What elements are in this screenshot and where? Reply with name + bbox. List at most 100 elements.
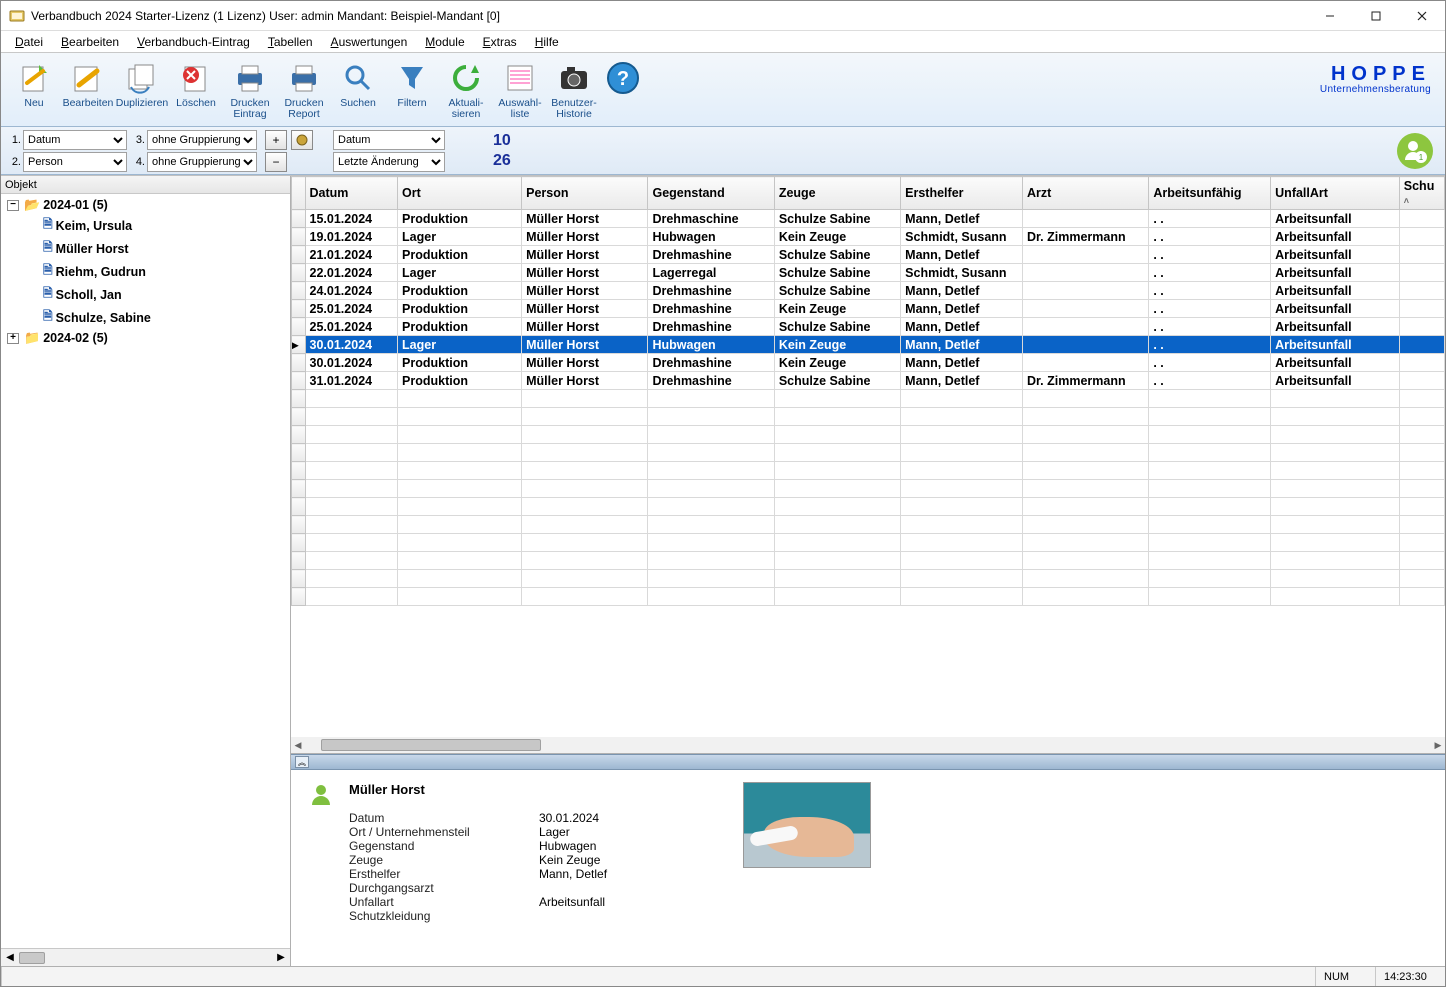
table-row[interactable]: 25.01.2024ProduktionMüller HorstDrehmash… <box>292 300 1445 318</box>
menu-bearbeiten[interactable]: Bearbeiten <box>53 33 127 51</box>
duplicate-icon <box>124 60 160 96</box>
twisty-minus-icon[interactable]: − <box>7 200 19 211</box>
document-icon: 🗎 <box>43 284 53 305</box>
detail-row: ErsthelferMann, Detlef <box>349 867 607 881</box>
menu-hilfe[interactable]: Hilfe <box>527 33 567 51</box>
group3-select[interactable]: ohne Gruppierung <box>147 130 257 150</box>
menu-datei[interactable]: Datei <box>7 33 51 51</box>
detail-value: Arbeitsunfall <box>539 895 605 909</box>
tree-leaf[interactable]: 🗎Riehm, Gudrun <box>3 260 288 283</box>
search-icon <box>340 60 376 96</box>
detail-key: Schutzkleidung <box>349 909 539 923</box>
table-row[interactable]: ▸30.01.2024LagerMüller HorstHubwagenKein… <box>292 336 1445 354</box>
tree-node-2024-01[interactable]: − 📂 2024-01 (5) <box>3 196 288 214</box>
table-row[interactable]: 24.01.2024ProduktionMüller HorstDrehmash… <box>292 282 1445 300</box>
menu-tabellen[interactable]: Tabellen <box>260 33 321 51</box>
tree-leaf[interactable]: 🗎Müller Horst <box>3 237 288 260</box>
document-icon: 🗎 <box>43 261 53 282</box>
app-icon <box>9 8 25 24</box>
table-row[interactable]: 21.01.2024ProduktionMüller HorstDrehmash… <box>292 246 1445 264</box>
table-row[interactable]: 25.01.2024ProduktionMüller HorstDrehmash… <box>292 318 1445 336</box>
sort2-select[interactable]: Letzte Änderung <box>333 152 445 172</box>
sort1-select[interactable]: Datum <box>333 130 445 150</box>
svg-text:?: ? <box>617 68 629 90</box>
table-row-empty <box>292 480 1445 498</box>
tree-pane: Objekt − 📂 2024-01 (5) 🗎Keim, Ursula🗎Mül… <box>1 176 291 966</box>
table-row[interactable]: 30.01.2024ProduktionMüller HorstDrehmash… <box>292 354 1445 372</box>
suchen-button[interactable]: Suchen <box>331 57 385 125</box>
tree[interactable]: − 📂 2024-01 (5) 🗎Keim, Ursula🗎Müller Hor… <box>1 194 290 948</box>
maximize-button[interactable] <box>1353 1 1399 31</box>
group2-label: 2. <box>7 156 21 168</box>
column-header[interactable]: Person <box>522 177 648 210</box>
detail-row: Datum30.01.2024 <box>349 811 607 825</box>
expand-all-button[interactable]: + <box>265 130 287 150</box>
table-row-empty <box>292 516 1445 534</box>
groupbar: 1.Datum 2.Person 3.ohne Gruppierung 4.oh… <box>1 127 1445 175</box>
table-row-empty <box>292 552 1445 570</box>
tree-leaf[interactable]: 🗎Schulze, Sabine <box>3 306 288 329</box>
refresh-tree-button[interactable] <box>291 130 313 150</box>
column-header[interactable]: Ort <box>398 177 522 210</box>
grid-hscrollbar[interactable] <box>291 737 1445 753</box>
aktualisieren-button[interactable]: Aktuali- sieren <box>439 57 493 125</box>
column-header[interactable]: Zeuge <box>774 177 900 210</box>
column-header[interactable]: Datum <box>305 177 398 210</box>
column-header[interactable]: Gegenstand <box>648 177 774 210</box>
group4-select[interactable]: ohne Gruppierung <box>147 152 257 172</box>
tree-node-2024-02[interactable]: + 📁 2024-02 (5) <box>3 329 288 347</box>
table-row-empty <box>292 498 1445 516</box>
column-header[interactable]: Schu ˄ <box>1399 177 1444 210</box>
column-header[interactable]: Arzt <box>1022 177 1148 210</box>
counter-top: 10 <box>493 132 511 150</box>
tree-leaf[interactable]: 🗎Keim, Ursula <box>3 214 288 237</box>
neu-button[interactable]: Neu <box>7 57 61 125</box>
benutzerhistorie-button[interactable]: Benutzer- Historie <box>547 57 601 125</box>
drucken-eintrag-button[interactable]: Drucken Eintrag <box>223 57 277 125</box>
table-row-empty <box>292 390 1445 408</box>
tree-leaf-label: Keim, Ursula <box>56 219 132 233</box>
menu-extras[interactable]: Extras <box>475 33 525 51</box>
toolbar: Neu Bearbeiten Duplizieren Löschen Druck… <box>1 53 1445 127</box>
table-row[interactable]: 15.01.2024ProduktionMüller HorstDrehmasc… <box>292 210 1445 228</box>
detail-key: Datum <box>349 811 539 825</box>
window-title: Verbandbuch 2024 Starter-Lizenz (1 Lizen… <box>31 9 500 23</box>
close-button[interactable] <box>1399 1 1445 31</box>
menu-module[interactable]: Module <box>417 33 472 51</box>
menu-verbandbuch-eintrag[interactable]: Verbandbuch-Eintrag <box>129 33 258 51</box>
table-row[interactable]: 22.01.2024LagerMüller HorstLagerregalSch… <box>292 264 1445 282</box>
document-icon: 🗎 <box>43 307 53 328</box>
twisty-plus-icon[interactable]: + <box>7 333 19 344</box>
group1-select[interactable]: Datum <box>23 130 127 150</box>
tree-scrollbar[interactable]: ◀▶ <box>1 948 290 966</box>
group2-select[interactable]: Person <box>23 152 127 172</box>
table-row[interactable]: 19.01.2024LagerMüller HorstHubwagenKein … <box>292 228 1445 246</box>
duplizieren-button[interactable]: Duplizieren <box>115 57 169 125</box>
bearbeiten-button[interactable]: Bearbeiten <box>61 57 115 125</box>
statusbar: NUM 14:23:30 <box>1 966 1445 986</box>
loeschen-button[interactable]: Löschen <box>169 57 223 125</box>
status-num: NUM <box>1315 967 1375 986</box>
menu-auswertungen[interactable]: Auswertungen <box>323 33 416 51</box>
tree-header[interactable]: Objekt <box>1 176 290 194</box>
detail-collapse-bar[interactable]: ︽ <box>291 754 1445 770</box>
collapse-all-button[interactable]: − <box>265 152 287 172</box>
minimize-button[interactable] <box>1307 1 1353 31</box>
data-grid[interactable]: DatumOrtPersonGegenstandZeugeErsthelferA… <box>291 176 1445 737</box>
column-header[interactable]: Arbeitsunfähig <box>1149 177 1271 210</box>
table-row[interactable]: 31.01.2024ProduktionMüller HorstDrehmash… <box>292 372 1445 390</box>
detail-name: Müller Horst <box>349 782 607 797</box>
chevron-up-icon[interactable]: ︽ <box>295 756 309 768</box>
table-row-empty <box>292 444 1445 462</box>
drucken-report-button[interactable]: Drucken Report <box>277 57 331 125</box>
detail-row: GegenstandHubwagen <box>349 839 607 853</box>
table-row-empty <box>292 462 1445 480</box>
column-header[interactable]: Ersthelfer <box>901 177 1023 210</box>
column-header[interactable]: UnfallArt <box>1271 177 1400 210</box>
user-badge[interactable]: 1 <box>1397 133 1433 169</box>
auswahlliste-button[interactable]: Auswahl- liste <box>493 57 547 125</box>
logo-subtext: Unternehmensberatung <box>1320 84 1431 95</box>
filtern-button[interactable]: Filtern <box>385 57 439 125</box>
tree-leaf[interactable]: 🗎Scholl, Jan <box>3 283 288 306</box>
help-button[interactable]: ? <box>601 57 645 125</box>
